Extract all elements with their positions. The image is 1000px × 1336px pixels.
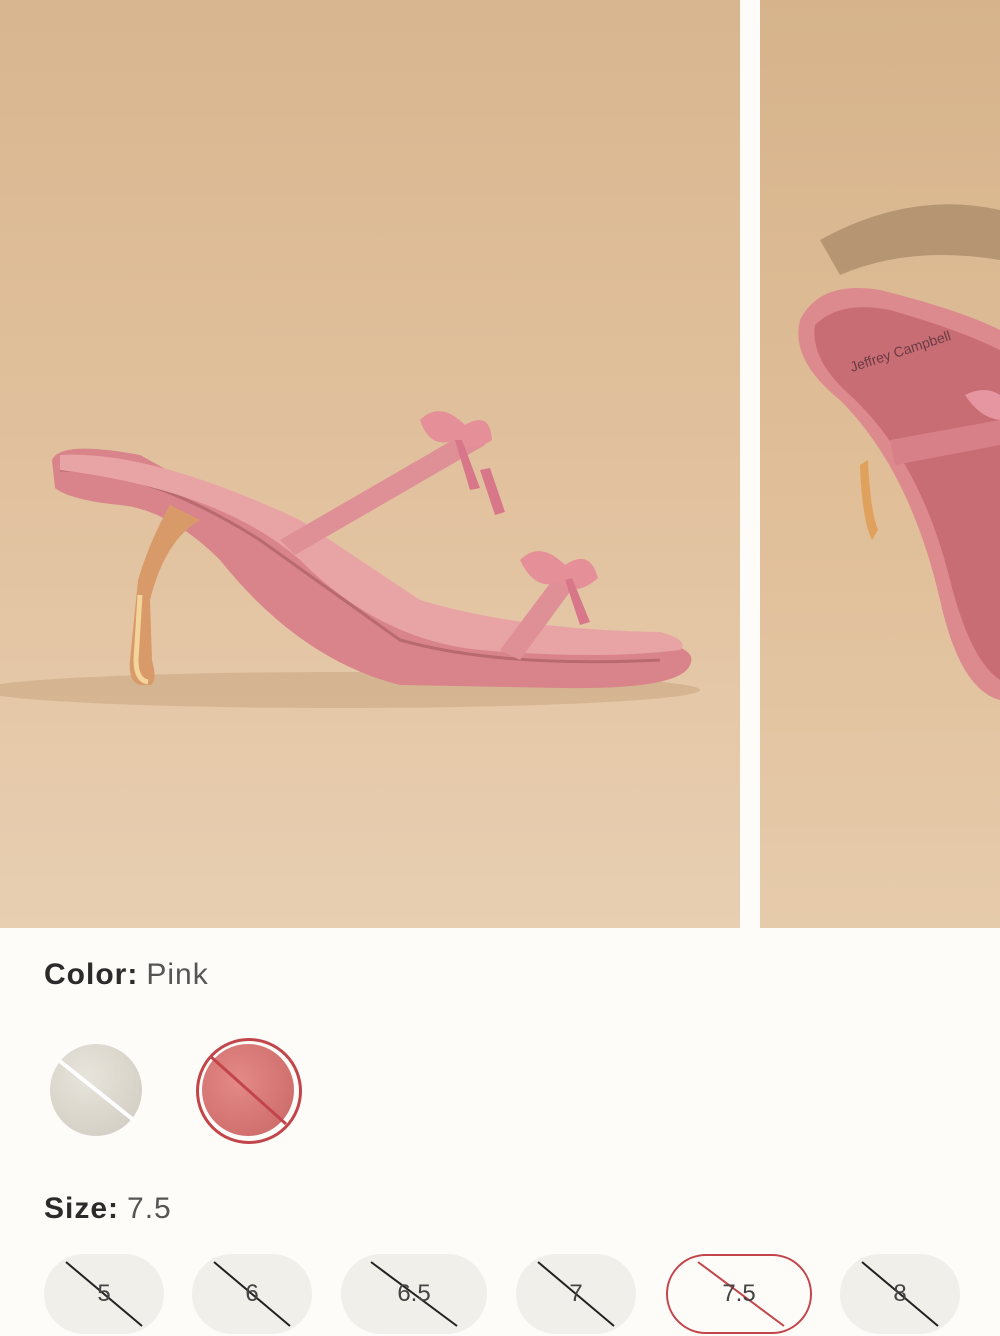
size-option-6[interactable]: 6 (192, 1254, 312, 1334)
size-option-7-5[interactable]: 7.5 (666, 1254, 812, 1334)
shoe-insole-view-illustration: Jeffrey Campbell (798, 204, 1000, 700)
size-option-7[interactable]: 7 (516, 1254, 636, 1334)
selected-size-value: 7.5 (127, 1192, 172, 1225)
product-image-main[interactable] (0, 0, 740, 928)
selected-color-value: Pink (146, 958, 209, 991)
product-image-gallery[interactable]: Jeffrey Campbell (0, 0, 1000, 928)
color-selector-heading: Color: Pink (44, 958, 209, 992)
size-option-6-5[interactable]: 6.5 (341, 1254, 487, 1334)
product-image-secondary[interactable]: Jeffrey Campbell (760, 0, 1000, 928)
size-selector-heading: Size: 7.5 (44, 1192, 172, 1226)
shoe-side-view-illustration (0, 411, 700, 708)
color-swatch-cream[interactable] (50, 1044, 142, 1136)
size-label: Size: (44, 1192, 120, 1225)
size-option-8[interactable]: 8 (840, 1254, 960, 1334)
selected-swatch-ring (196, 1038, 302, 1144)
color-label: Color: (44, 958, 139, 991)
size-option-5[interactable]: 5 (44, 1254, 164, 1334)
